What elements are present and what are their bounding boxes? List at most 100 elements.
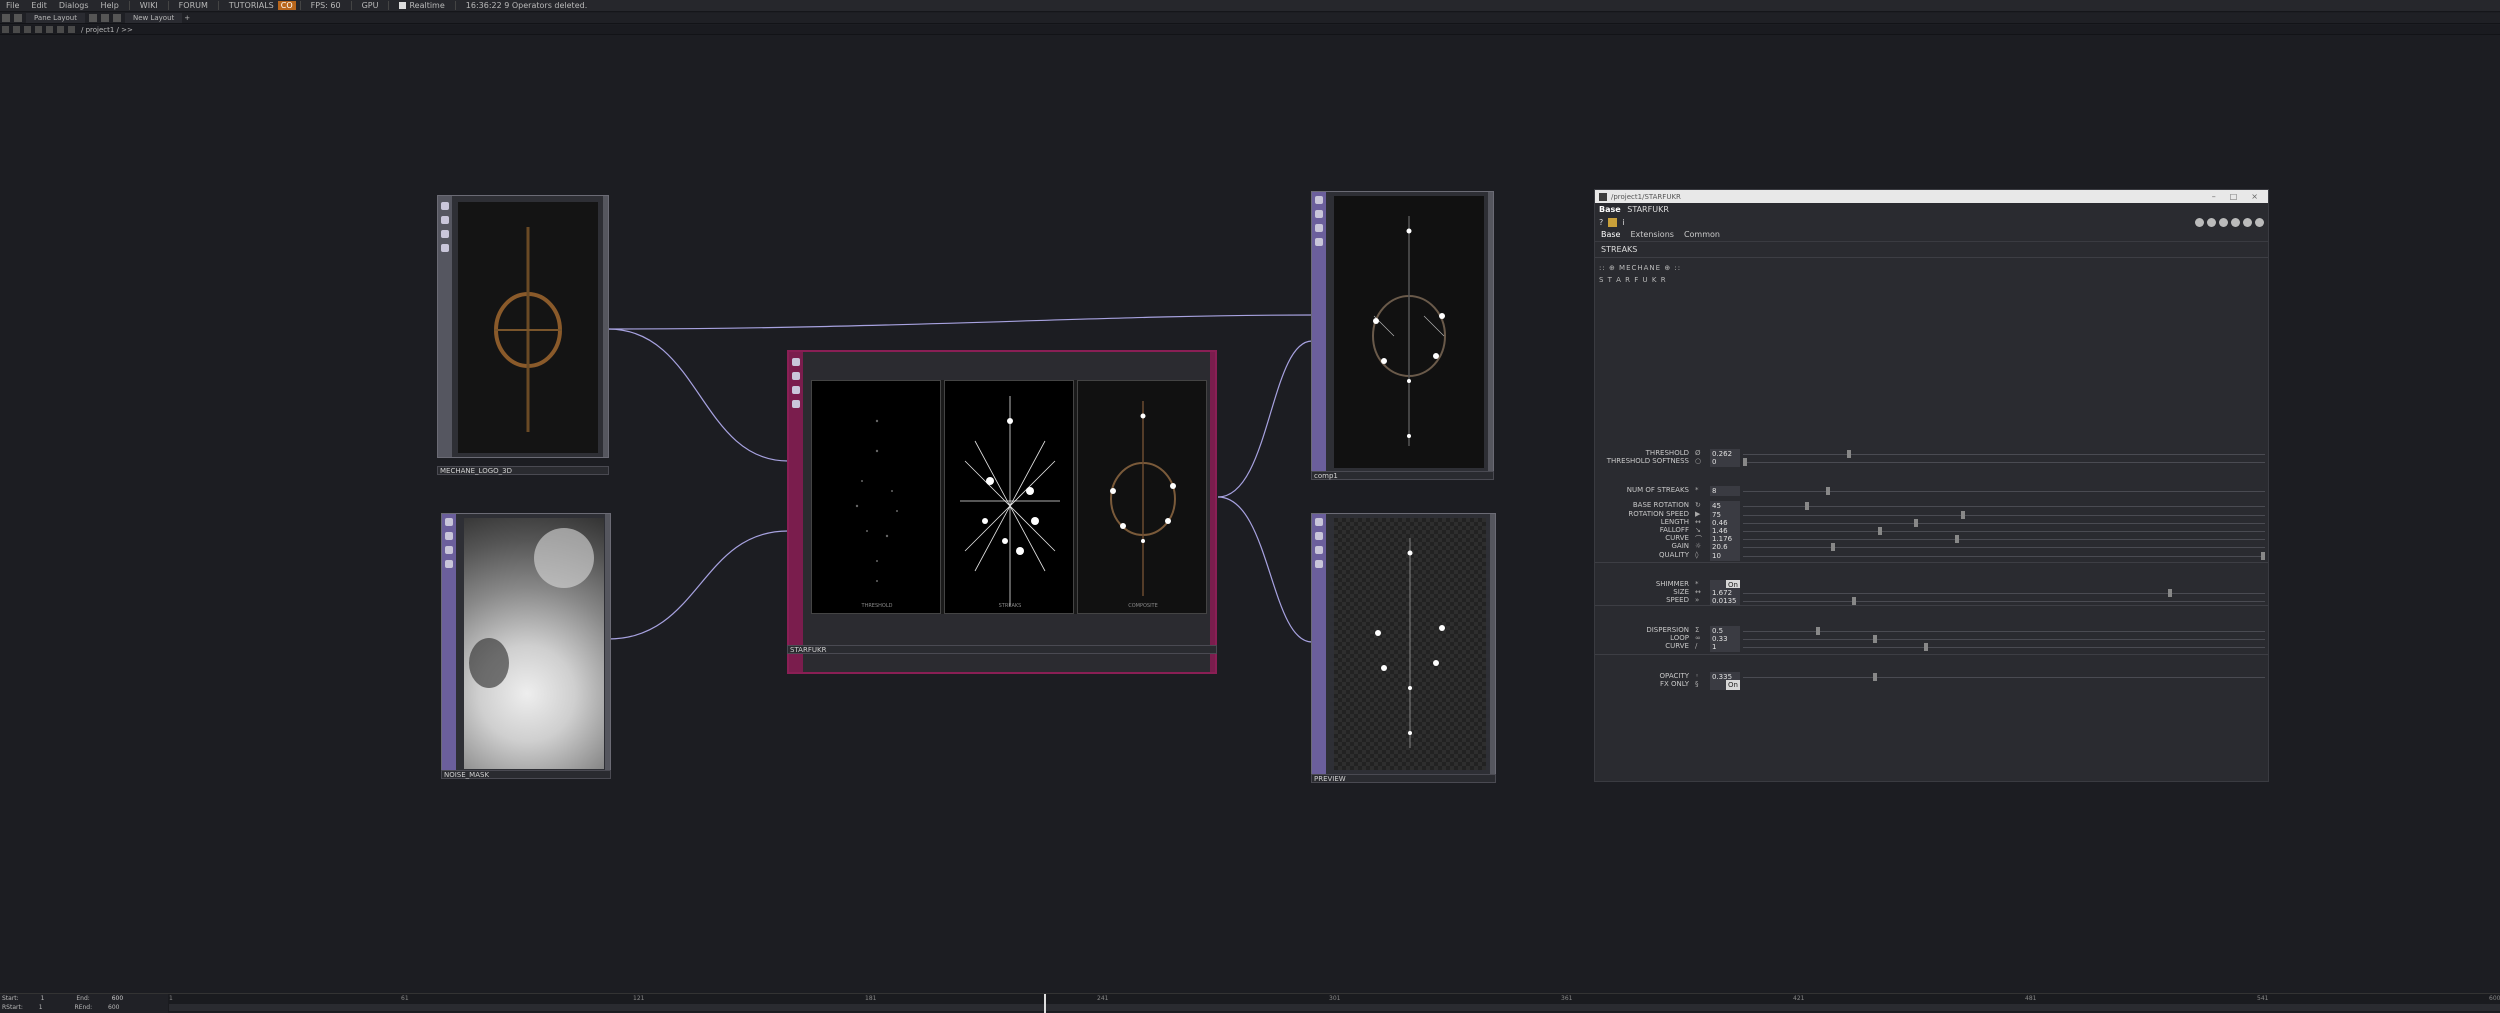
node-starfukr[interactable]: THRESHOLD STREAKS COMPOSITE bbox=[787, 350, 1217, 674]
viewer-icon[interactable] bbox=[441, 202, 449, 210]
menu-wiki[interactable]: WIKI bbox=[134, 1, 164, 10]
add-icon[interactable] bbox=[46, 26, 53, 33]
param-slider-handle[interactable] bbox=[1851, 597, 1856, 605]
realtime-toggle[interactable]: Realtime bbox=[393, 1, 450, 10]
wire-starfukr-to-preview[interactable] bbox=[1217, 496, 1313, 643]
viewer-icon[interactable] bbox=[445, 518, 453, 526]
tab-extensions[interactable]: Extensions bbox=[1630, 230, 1673, 239]
up-icon[interactable] bbox=[35, 26, 42, 33]
split-vertical-icon[interactable] bbox=[100, 14, 109, 22]
param-slider-track[interactable] bbox=[1743, 639, 2265, 640]
node-name-comp1[interactable]: comp1 bbox=[1311, 471, 1494, 480]
home-icon[interactable] bbox=[24, 26, 31, 33]
param-slider-handle[interactable] bbox=[2261, 552, 2265, 560]
param-toggle[interactable]: On bbox=[1710, 680, 1740, 690]
menu-dialogs[interactable]: Dialogs bbox=[53, 1, 95, 10]
maximize-icon[interactable]: □ bbox=[2230, 192, 2238, 201]
wire-starfukr-to-comp[interactable] bbox=[1217, 340, 1313, 498]
cook-icon[interactable] bbox=[441, 244, 449, 252]
param-slider-track[interactable] bbox=[1743, 531, 2265, 532]
param-slider-track[interactable] bbox=[1743, 556, 2265, 557]
pin-icon[interactable] bbox=[445, 532, 453, 540]
pin-icon[interactable] bbox=[441, 216, 449, 224]
param-slider-handle[interactable] bbox=[1743, 458, 1747, 466]
param-slider-track[interactable] bbox=[1743, 539, 2265, 540]
parameter-window-titlebar[interactable]: /project1/STARFUKR – □ × bbox=[1595, 190, 2268, 203]
node-noise-mask[interactable] bbox=[441, 513, 611, 774]
timeline[interactable]: Start: 1 End: 600 RStart: 1 REnd: 600 1 6… bbox=[0, 993, 2500, 1013]
rend-value[interactable]: 600 bbox=[108, 1004, 119, 1011]
param-slider-track[interactable] bbox=[1743, 631, 2265, 632]
layout-icon[interactable] bbox=[14, 14, 22, 22]
param-slider-track[interactable] bbox=[1743, 601, 2265, 602]
param-slider-track[interactable] bbox=[1743, 462, 2265, 463]
cook-icon[interactable] bbox=[1315, 238, 1323, 246]
link-icon[interactable] bbox=[2219, 217, 2228, 227]
node-name-noise-mask[interactable]: NOISE_MASK bbox=[441, 770, 611, 779]
param-value-field[interactable]: 0 bbox=[1710, 457, 1740, 467]
minimize-icon[interactable]: – bbox=[2212, 192, 2216, 201]
playhead[interactable] bbox=[1044, 994, 1046, 1013]
section-streaks[interactable]: STREAKS bbox=[1595, 242, 2268, 258]
param-slider-track[interactable] bbox=[1743, 523, 2265, 524]
node-preview[interactable] bbox=[1311, 513, 1496, 775]
param-slider-track[interactable] bbox=[1743, 647, 2265, 648]
rstart-value[interactable]: 1 bbox=[39, 1004, 43, 1011]
gpu-label[interactable]: GPU bbox=[356, 1, 385, 10]
node-name-starfukr[interactable]: STARFUKR bbox=[787, 645, 1217, 654]
python-icon[interactable] bbox=[1608, 217, 1618, 227]
node-name-mechane-logo[interactable]: MECHANE_LOGO_3D bbox=[437, 466, 609, 475]
param-value-field[interactable]: 1 bbox=[1710, 642, 1740, 652]
pin-icon[interactable] bbox=[1315, 210, 1323, 218]
help-icon[interactable]: ? bbox=[1599, 218, 1603, 227]
timeline-bar[interactable]: 1 61 121 181 241 301 361 421 481 541 600 bbox=[169, 994, 2500, 1013]
pin-icon[interactable] bbox=[1315, 532, 1323, 540]
search-icon[interactable] bbox=[68, 26, 75, 33]
add-tab-button[interactable]: + bbox=[184, 14, 190, 22]
pane-icon[interactable] bbox=[2, 14, 10, 22]
operator-name[interactable]: STARFUKR bbox=[1627, 205, 1669, 214]
param-slider-track[interactable] bbox=[1743, 515, 2265, 516]
menu-help[interactable]: Help bbox=[95, 1, 125, 10]
expression-icon[interactable] bbox=[2207, 217, 2216, 227]
pin-icon[interactable] bbox=[792, 372, 800, 380]
param-slider-track[interactable] bbox=[1743, 677, 2265, 678]
bypass-icon[interactable] bbox=[1315, 224, 1323, 232]
param-slider-track[interactable] bbox=[1743, 454, 2265, 455]
tab-new-layout[interactable]: New Layout bbox=[124, 13, 183, 23]
split-horizontal-icon[interactable] bbox=[88, 14, 97, 22]
wire-logo-to-comp[interactable] bbox=[607, 314, 1313, 330]
plus-icon[interactable] bbox=[2243, 217, 2252, 227]
python-ref-icon[interactable] bbox=[2231, 217, 2240, 227]
node-mechane-logo[interactable] bbox=[437, 195, 609, 458]
network-path[interactable]: / project1 / >> bbox=[81, 26, 133, 34]
cook-icon[interactable] bbox=[1315, 560, 1323, 568]
bypass-icon[interactable] bbox=[445, 546, 453, 554]
cook-icon[interactable] bbox=[445, 560, 453, 568]
pane-type-icon[interactable] bbox=[112, 14, 121, 22]
wire-logo-to-starfukr[interactable] bbox=[607, 328, 789, 462]
grid-icon[interactable] bbox=[57, 26, 64, 33]
viewer-icon[interactable] bbox=[1315, 518, 1323, 526]
cook-icon[interactable] bbox=[792, 400, 800, 408]
param-value-field[interactable]: 8 bbox=[1710, 486, 1740, 496]
info-icon[interactable]: i bbox=[1622, 218, 1624, 227]
param-value-field[interactable]: 10 bbox=[1710, 551, 1740, 561]
timeline-track[interactable] bbox=[169, 1004, 2500, 1011]
back-icon[interactable] bbox=[2, 26, 9, 33]
start-value[interactable]: 1 bbox=[41, 995, 45, 1002]
param-slider-track[interactable] bbox=[1743, 547, 2265, 548]
viewer-icon[interactable] bbox=[792, 358, 800, 366]
node-name-preview[interactable]: PREVIEW bbox=[1311, 774, 1496, 783]
tab-base[interactable]: Base bbox=[1601, 230, 1620, 239]
forward-icon[interactable] bbox=[13, 26, 20, 33]
parameter-window[interactable]: /project1/STARFUKR – □ × Base STARFUKR ?… bbox=[1594, 189, 2269, 782]
close-icon[interactable]: × bbox=[2251, 192, 2258, 201]
viewer-icon[interactable] bbox=[1315, 196, 1323, 204]
menu-edit[interactable]: Edit bbox=[25, 1, 53, 10]
wire-noise-to-starfukr[interactable] bbox=[607, 530, 789, 640]
end-value[interactable]: 600 bbox=[112, 995, 123, 1002]
param-slider-track[interactable] bbox=[1743, 506, 2265, 507]
param-slider-handle[interactable] bbox=[1825, 487, 1830, 495]
param-slider-track[interactable] bbox=[1743, 593, 2265, 594]
